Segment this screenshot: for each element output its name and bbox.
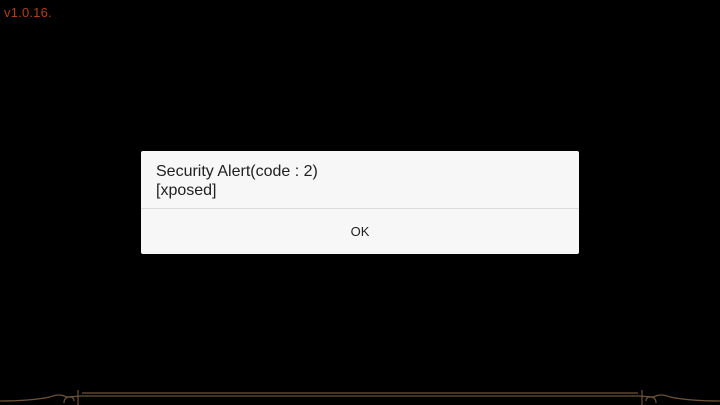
version-label: v1.0.16.: [4, 5, 52, 20]
dialog-message: Security Alert(code : 2) [xposed]: [156, 162, 318, 200]
ok-button[interactable]: OK: [141, 209, 579, 254]
dialog-detail: [xposed]: [156, 182, 217, 199]
ornamental-bottom-frame: [0, 390, 720, 405]
dialog-title: Security Alert(code : 2): [156, 163, 318, 180]
security-alert-dialog: Security Alert(code : 2) [xposed] OK: [141, 151, 579, 254]
